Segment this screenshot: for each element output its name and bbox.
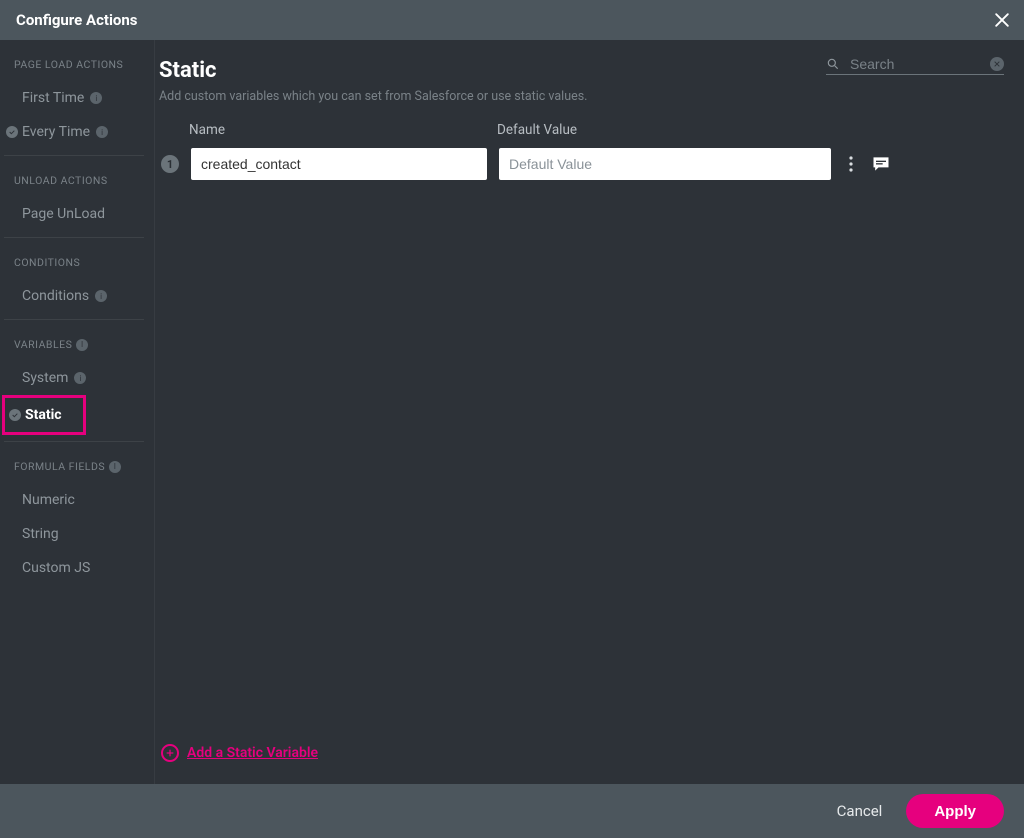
variable-row: 1 bbox=[155, 148, 1014, 180]
sidebar-item-label: First Time bbox=[22, 90, 84, 106]
info-icon: i bbox=[90, 92, 102, 104]
apply-button[interactable]: Apply bbox=[906, 794, 1004, 828]
info-icon: i bbox=[74, 372, 86, 384]
row-actions bbox=[849, 154, 891, 174]
section-variables: VARIABLES i bbox=[0, 326, 154, 361]
section-formula-fields: FORMULA FIELDS i bbox=[0, 448, 154, 483]
comment-icon[interactable] bbox=[871, 154, 891, 174]
sidebar-item-label: Numeric bbox=[22, 492, 75, 508]
sidebar: PAGE LOAD ACTIONS First Time i Every Tim… bbox=[0, 40, 155, 784]
check-icon bbox=[6, 126, 18, 138]
check-icon bbox=[9, 409, 21, 421]
configure-actions-modal: Configure Actions PAGE LOAD ACTIONS Firs… bbox=[0, 0, 1024, 838]
spacer bbox=[155, 180, 1014, 744]
sidebar-item-every-time[interactable]: Every Time i bbox=[0, 115, 154, 149]
sidebar-item-page-unload[interactable]: Page UnLoad bbox=[0, 197, 154, 231]
sidebar-item-label: Every Time bbox=[22, 124, 90, 140]
divider bbox=[4, 441, 144, 442]
column-default-label: Default Value bbox=[495, 122, 827, 138]
sidebar-item-numeric[interactable]: Numeric bbox=[0, 483, 154, 517]
clear-search-icon[interactable] bbox=[990, 57, 1004, 71]
page-title: Static bbox=[159, 58, 587, 83]
main-heading-block: Static Add custom variables which you ca… bbox=[159, 58, 587, 122]
sidebar-item-first-time[interactable]: First Time i bbox=[0, 81, 154, 115]
sidebar-item-label: Custom JS bbox=[22, 560, 90, 576]
highlight-static: Static bbox=[2, 395, 86, 435]
info-icon: i bbox=[95, 290, 107, 302]
more-options-icon[interactable] bbox=[849, 156, 853, 172]
columns-header: Name Default Value bbox=[155, 122, 1014, 138]
divider bbox=[4, 319, 144, 320]
sidebar-item-conditions[interactable]: Conditions i bbox=[0, 279, 154, 313]
info-icon: i bbox=[76, 339, 88, 351]
main-panel: Static Add custom variables which you ca… bbox=[155, 40, 1024, 784]
variable-default-input[interactable] bbox=[499, 148, 831, 180]
search-input[interactable] bbox=[850, 56, 980, 72]
sidebar-item-custom-js[interactable]: Custom JS bbox=[0, 551, 154, 585]
sidebar-item-label: Static bbox=[25, 407, 62, 423]
section-unload-actions: UNLOAD ACTIONS bbox=[0, 162, 154, 197]
plus-circle-icon bbox=[161, 744, 179, 762]
add-link-label: Add a Static Variable bbox=[187, 745, 318, 761]
section-page-load-actions: PAGE LOAD ACTIONS bbox=[0, 58, 154, 81]
sidebar-item-string[interactable]: String bbox=[0, 517, 154, 551]
cancel-button[interactable]: Cancel bbox=[837, 802, 883, 820]
sidebar-item-label: String bbox=[22, 526, 59, 542]
info-icon: i bbox=[109, 461, 121, 473]
modal-body: PAGE LOAD ACTIONS First Time i Every Tim… bbox=[0, 40, 1024, 784]
search-icon bbox=[826, 57, 840, 71]
row-index-badge: 1 bbox=[161, 155, 179, 173]
modal-title: Configure Actions bbox=[16, 11, 138, 29]
sidebar-item-label: Page UnLoad bbox=[22, 206, 105, 222]
add-static-variable-button[interactable]: Add a Static Variable bbox=[155, 744, 1014, 784]
sidebar-item-label: Conditions bbox=[22, 288, 89, 304]
column-name-label: Name bbox=[187, 122, 483, 138]
main-top: Static Add custom variables which you ca… bbox=[155, 58, 1014, 122]
page-subtitle: Add custom variables which you can set f… bbox=[159, 89, 587, 104]
section-label: FORMULA FIELDS bbox=[14, 460, 105, 473]
search-field[interactable] bbox=[826, 56, 1004, 75]
modal-footer: Cancel Apply bbox=[0, 784, 1024, 838]
sidebar-item-label: System bbox=[22, 370, 68, 386]
modal-header: Configure Actions bbox=[0, 0, 1024, 40]
close-icon[interactable] bbox=[992, 10, 1012, 30]
divider bbox=[4, 237, 144, 238]
divider bbox=[4, 155, 144, 156]
info-icon: i bbox=[96, 126, 108, 138]
section-label: VARIABLES bbox=[14, 338, 72, 351]
sidebar-item-system[interactable]: System i bbox=[0, 361, 154, 395]
sidebar-item-static[interactable]: Static bbox=[5, 398, 83, 432]
section-conditions: CONDITIONS bbox=[0, 244, 154, 279]
variable-name-input[interactable] bbox=[191, 148, 487, 180]
